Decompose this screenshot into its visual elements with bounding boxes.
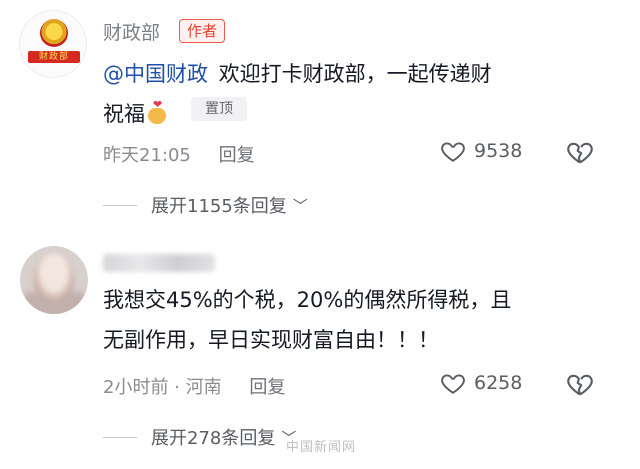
comment-text-1: 我想交45%的个税，20%的偶然所得税，且 [103,288,512,312]
like-count: 6258 [474,372,523,394]
comment-meta: 2小时前 · 河南 回复 [103,373,285,399]
like-button[interactable]: 6258 [440,370,522,396]
reply-button[interactable]: 回复 [249,377,285,398]
divider-line [103,436,137,438]
timestamp: 2小时前 · 河南 [103,377,222,398]
comment-text-2: 无副作用，早日实现财富自由！！！ [103,328,439,352]
expand-label: 展开278条回复 [151,428,276,449]
broken-heart-icon[interactable] [566,370,594,398]
heart-icon [441,374,465,394]
watermark: 中国新闻网 [286,440,357,455]
expand-replies-button[interactable]: 展开278条回复 ﹀ [103,424,296,450]
comment-text: 我想交45%的个税，20%的偶然所得税，且 无副作用，早日实现财富自由！！！ [103,280,603,360]
comment-2-content: 我想交45%的个税，20%的偶然所得税，且 无副作用，早日实现财富自由！！！ 2… [0,0,640,469]
